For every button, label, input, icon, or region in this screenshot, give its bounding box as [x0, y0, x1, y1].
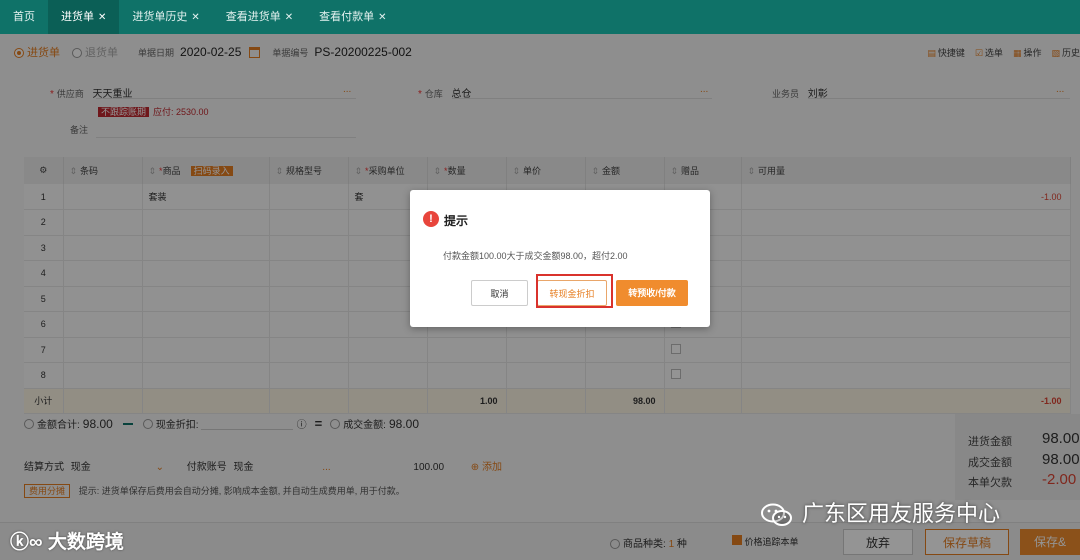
close-icon[interactable]: ✕ — [191, 12, 199, 23]
to-prepayment-button[interactable]: 转预收/付款 — [616, 280, 688, 306]
cancel-button[interactable]: 取消 — [471, 280, 528, 306]
tab-label: 进货单 — [61, 11, 94, 23]
tab-home[interactable]: 首页 — [0, 0, 48, 34]
tab-label: 查看进货单 — [225, 11, 281, 23]
tab-purchase-history[interactable]: 进货单历史 ✕ — [119, 0, 212, 34]
dialog-title: 提示 — [444, 214, 469, 228]
exclamation-icon: ! — [423, 211, 439, 227]
close-icon[interactable]: ✕ — [98, 12, 106, 23]
top-tab-bar: 首页 进货单 ✕ 进货单历史 ✕ 查看进货单 ✕ 查看付款单 ✕ — [0, 0, 1080, 34]
tab-view-payment[interactable]: 查看付款单 ✕ — [306, 0, 399, 34]
tab-purchase-order[interactable]: 进货单 ✕ — [48, 0, 120, 34]
close-icon[interactable]: ✕ — [285, 12, 293, 23]
close-icon[interactable]: ✕ — [378, 12, 386, 23]
tab-view-purchase[interactable]: 查看进货单 ✕ — [213, 0, 306, 34]
logo-icon: ⓚ∞ — [10, 532, 43, 553]
tab-label: 首页 — [13, 11, 35, 23]
watermark-left: ⓚ∞ 大数跨境 — [10, 532, 124, 553]
dialog-message: 付款金额100.00大于成交金额98.00，超付2.00 — [443, 251, 628, 261]
tab-label: 进货单历史 — [132, 11, 188, 23]
tab-label: 查看付款单 — [319, 11, 375, 23]
highlight-box — [536, 274, 613, 308]
wechat-icon — [761, 503, 792, 527]
watermark-right: 广东区用友服务中心 — [760, 496, 1000, 528]
